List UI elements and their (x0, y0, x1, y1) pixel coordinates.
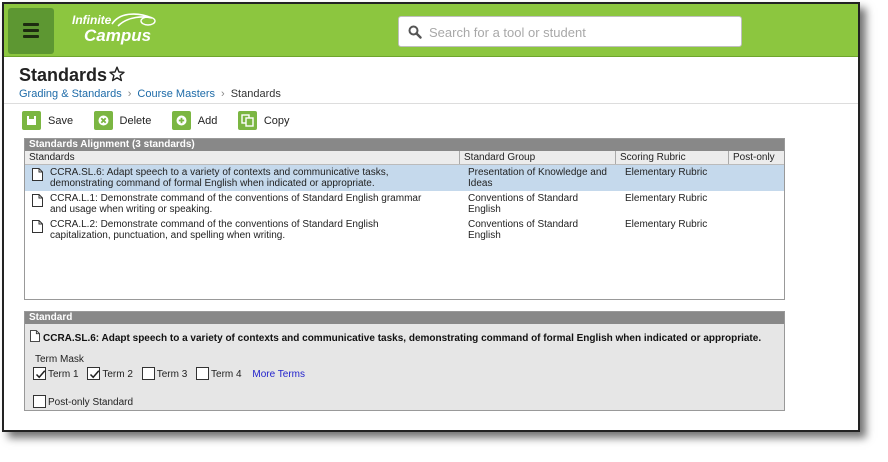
breadcrumb-chevron-icon: › (221, 88, 225, 100)
column-header-scoring-rubric[interactable]: Scoring Rubric (616, 151, 729, 164)
term-2-checkbox[interactable] (87, 367, 101, 380)
search-input[interactable] (429, 21, 729, 43)
delete-label: Delete (119, 115, 152, 127)
menu-bar-icon (23, 35, 39, 38)
save-icon (22, 111, 41, 130)
search-box[interactable] (398, 16, 742, 47)
copy-icon (237, 111, 257, 130)
standard-cell: CCRA.L.1: Demonstrate command of the con… (50, 193, 422, 215)
action-toolbar: Save Delete Add Copy (22, 110, 306, 132)
add-button[interactable]: Add (171, 110, 218, 132)
add-label: Add (197, 115, 218, 127)
standards-alignment-title: Standards Alignment (3 standards) (25, 139, 784, 151)
column-header-post-only[interactable]: Post-only (729, 151, 784, 164)
term-4-option[interactable]: Term 4 (196, 367, 242, 380)
term-3-label: Term 3 (156, 369, 188, 380)
column-header-standard-group[interactable]: Standard Group (460, 151, 616, 164)
top-bar: Infinite Campus (4, 4, 858, 57)
hamburger-menu-button[interactable] (8, 8, 54, 54)
copy-button[interactable]: Copy (237, 110, 290, 132)
post-only-standard-option[interactable]: Post-only Standard (33, 395, 133, 408)
standard-text: CCRA.SL.6: Adapt speech to a variety of … (30, 330, 761, 344)
term-2-option[interactable]: Term 2 (87, 367, 133, 380)
scoring-rubric-cell: Elementary Rubric (625, 219, 708, 230)
breadcrumb-grading-standards[interactable]: Grading & Standards (19, 88, 122, 100)
breadcrumb-chevron-icon: › (127, 88, 132, 100)
favorite-star-icon[interactable] (109, 66, 125, 82)
scoring-rubric-cell: Elementary Rubric (625, 193, 708, 204)
table-row[interactable]: CCRA.SL.6: Adapt speech to a variety of … (25, 165, 784, 191)
more-terms-link[interactable]: More Terms (252, 369, 305, 380)
standard-detail-panel: Standard CCRA.SL.6: Adapt speech to a va… (24, 311, 785, 411)
alignment-grid-header: Standards Standard Group Scoring Rubric … (25, 151, 784, 165)
copy-label: Copy (263, 115, 290, 127)
save-label: Save (48, 115, 74, 127)
standard-group-cell: Presentation of Knowledge and Ideas (468, 167, 607, 189)
post-only-standard-label: Post-only Standard (48, 397, 134, 408)
standard-group-cell: Conventions of Standard English (468, 219, 579, 241)
page-header: Standards Grading & Standards › Course Mas… (4, 58, 858, 104)
term-1-label: Term 1 (48, 369, 79, 380)
term-2-label: Term 2 (102, 369, 133, 380)
post-only-standard-checkbox[interactable] (33, 395, 46, 408)
term-1-option[interactable]: Term 1 (33, 367, 79, 380)
table-row[interactable]: CCRA.L.2: Demonstrate command of the con… (25, 217, 784, 243)
breadcrumb: Grading & Standards › Course Masters › Stand… (19, 88, 281, 100)
term-3-checkbox[interactable] (141, 367, 155, 380)
term-4-label: Term 4 (211, 369, 242, 380)
add-icon (171, 111, 191, 130)
check-icon (35, 370, 46, 379)
column-header-standards[interactable]: Standards (25, 151, 460, 164)
delete-icon (93, 111, 113, 130)
app-window: Infinite Campus Standards Grading & Stan… (2, 2, 860, 432)
save-button[interactable]: Save (22, 110, 73, 132)
document-icon (32, 168, 43, 181)
check-icon (90, 370, 100, 379)
breadcrumb-current: Standards (230, 88, 281, 100)
delete-button[interactable]: Delete (93, 110, 152, 132)
term-4-checkbox[interactable] (196, 367, 210, 380)
logo-swoosh-icon (111, 13, 156, 27)
menu-bar-icon (23, 23, 39, 26)
standard-cell: CCRA.L.2: Demonstrate command of the con… (50, 219, 379, 241)
term-mask-group: Term 1 Term 2 Term 3 Term 4 More Terms (33, 367, 305, 380)
standard-cell: CCRA.SL.6: Adapt speech to a variety of … (50, 167, 389, 189)
breadcrumb-course-masters[interactable]: Course Masters (137, 88, 215, 100)
standard-group-cell: Conventions of Standard English (468, 193, 579, 215)
infinite-campus-logo[interactable]: Infinite Campus (72, 13, 156, 44)
term-mask-label: Term Mask (35, 354, 84, 365)
document-icon (32, 194, 43, 207)
term-1-checkbox[interactable] (33, 367, 46, 380)
menu-bar-icon (23, 29, 39, 32)
term-3-option[interactable]: Term 3 (141, 367, 188, 380)
search-icon (408, 25, 422, 39)
table-row[interactable]: CCRA.L.1: Demonstrate command of the con… (25, 191, 784, 217)
page-title: Standards (19, 65, 108, 85)
standards-alignment-panel: Standards Alignment (3 standards) Standa… (24, 138, 785, 300)
document-icon (30, 330, 40, 342)
standard-detail-title: Standard (25, 312, 784, 324)
scoring-rubric-cell: Elementary Rubric (625, 167, 708, 178)
document-icon (32, 220, 43, 233)
